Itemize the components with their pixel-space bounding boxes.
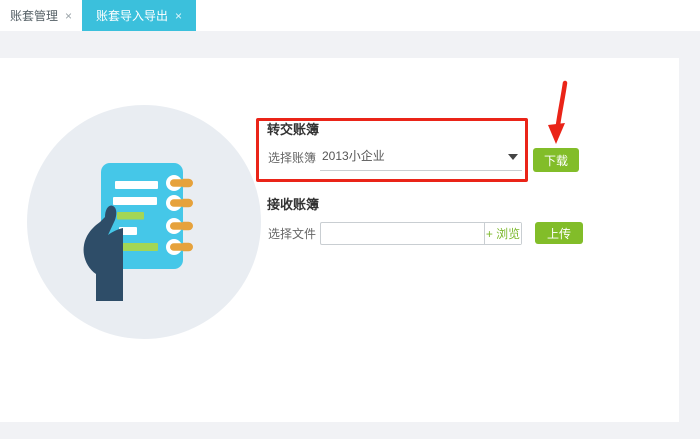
tab-account-management[interactable]: 账套管理 × [0,0,82,31]
account-book-select[interactable]: 2013小企业 [320,144,522,171]
annotation-arrow-icon [548,80,568,144]
close-icon[interactable]: × [175,10,182,22]
selected-account-book: 2013小企业 [322,149,385,163]
receive-section-title: 接收账簿 [267,197,320,212]
tab-label: 账套管理 [10,9,59,23]
content-panel: 转交账簿 选择账簿 2013小企业 下载 接收账簿 选择文件 + 浏览 上传 [0,58,679,422]
close-icon[interactable]: × [65,10,72,22]
download-button[interactable]: 下载 [533,148,579,172]
transfer-section-title: 转交账簿 [267,122,320,137]
chevron-down-icon [508,154,518,160]
notebook-illustration [27,105,261,339]
tab-label: 账套导入导出 [96,9,169,23]
tab-import-export[interactable]: 账套导入导出 × [82,0,197,31]
select-account-book-label: 选择账簿 [268,151,317,165]
upload-button[interactable]: 上传 [535,222,583,244]
file-input-group: + 浏览 [320,222,522,245]
select-file-label: 选择文件 [268,227,317,241]
browse-button[interactable]: + 浏览 [484,223,521,244]
tab-bar: 账套管理 × 账套导入导出 × [0,0,700,31]
file-path-input[interactable] [321,223,484,244]
